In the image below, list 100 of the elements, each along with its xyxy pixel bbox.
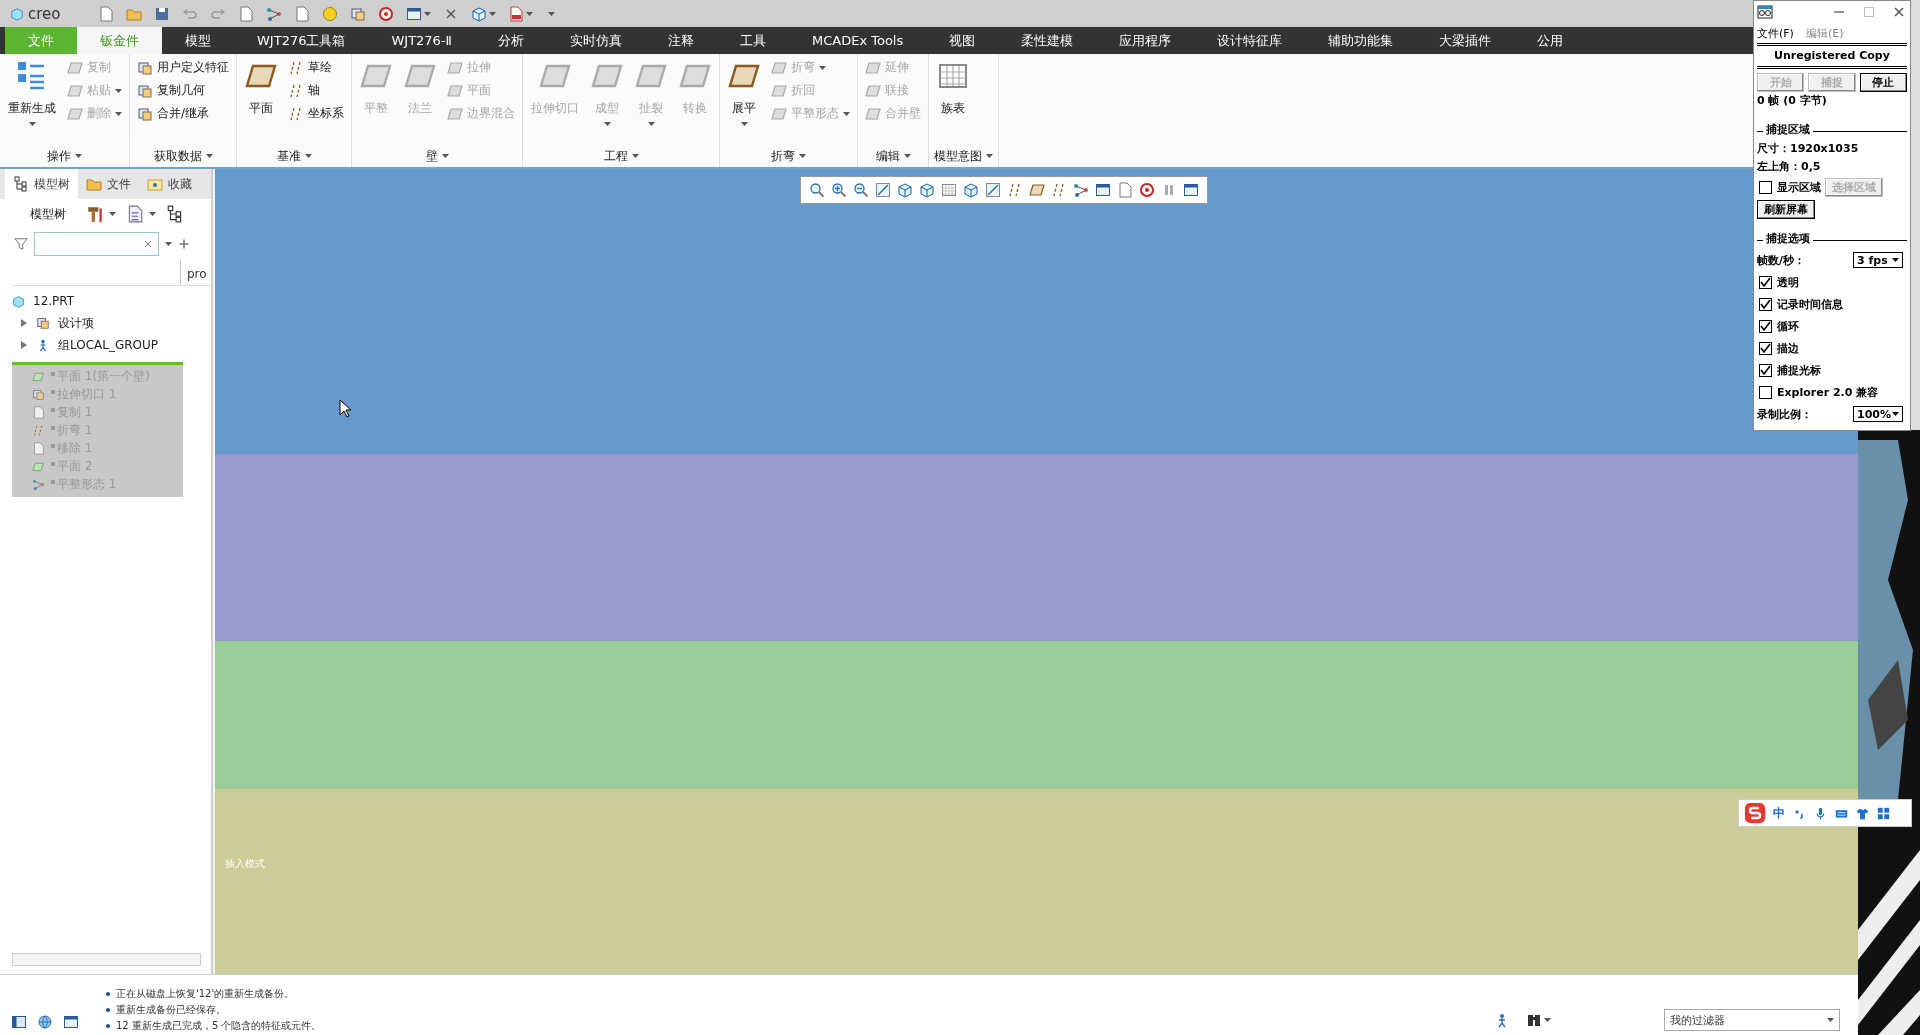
star-folder-icon — [147, 176, 163, 192]
ribbon-button[interactable]: 展平 — [725, 58, 763, 145]
toolbar-button[interactable] — [1095, 182, 1111, 198]
ribbon-tab[interactable]: 大梁插件 — [1416, 27, 1515, 54]
ribbon-tab[interactable]: 模型 — [162, 27, 234, 54]
fps-label: 帧数/秒： — [1757, 252, 1806, 268]
refresh-button[interactable]: 刷新屏幕 — [1757, 200, 1815, 219]
shirt-icon[interactable] — [1856, 806, 1869, 820]
ribbon-tab[interactable]: MCADEx Tools — [789, 27, 927, 54]
checkbox[interactable] — [1759, 180, 1772, 194]
group-menu-button[interactable]: 获取数据 — [153, 145, 213, 167]
ribbon-button[interactable]: 用户定义特征 — [135, 58, 231, 77]
toolbar-button[interactable] — [86, 205, 116, 223]
ribbon-tab[interactable]: 柔性建模 — [998, 27, 1097, 54]
ribbon-tab[interactable]: WJT276-Ⅱ — [368, 27, 475, 54]
caret-icon — [903, 154, 911, 158]
toolbar-button[interactable] — [166, 205, 184, 223]
axis-icon — [288, 59, 304, 76]
filter-dropdown[interactable]: 我的过滤器 — [1664, 1009, 1840, 1031]
tree-icon — [166, 205, 184, 223]
ribbon-tab[interactable]: 设计特征库 — [1194, 27, 1306, 54]
menu-item[interactable]: 文件(F) — [1757, 25, 1794, 41]
scale-dropdown[interactable]: 100% — [1853, 406, 1903, 422]
clear-icon[interactable] — [142, 238, 154, 250]
group-menu-button[interactable]: 工程 — [603, 145, 639, 167]
tiles-icon[interactable] — [1877, 806, 1890, 820]
expand-icon[interactable] — [20, 341, 28, 349]
capture-button[interactable]: 停止 — [1859, 73, 1907, 92]
checkbox[interactable] — [1759, 319, 1772, 333]
caret-icon — [525, 11, 533, 16]
group-menu-button[interactable]: 编辑 — [875, 145, 911, 167]
panel-tab[interactable]: 文件 — [78, 169, 139, 199]
scrollbar[interactable] — [12, 953, 201, 966]
checkbox[interactable] — [1759, 297, 1772, 311]
checkbox-label: 捕捉光标 — [1777, 362, 1821, 378]
ribbon-button[interactable]: 合并/继承 — [135, 104, 231, 123]
toolbar-button[interactable] — [1139, 182, 1155, 198]
plate-icon — [771, 105, 787, 122]
tree-item[interactable]: 组LOCAL_GROUP — [12, 334, 211, 356]
document-icon — [32, 405, 45, 419]
tree-item[interactable]: 12.PRT — [12, 290, 211, 312]
ribbon-button[interactable]: 族表 — [934, 58, 972, 145]
marker-icon — [51, 462, 55, 466]
toolbar-button[interactable] — [1183, 182, 1199, 198]
caret-icon — [631, 154, 639, 158]
toolbar-button[interactable] — [1007, 182, 1023, 198]
ribbon-button[interactable]: 坐标系 — [286, 104, 346, 123]
microphone-icon[interactable] — [1814, 806, 1827, 820]
ribbon-button[interactable]: 轴 — [286, 81, 346, 100]
group-menu-button[interactable]: 折弯 — [771, 145, 806, 167]
ribbon-tab[interactable]: 应用程序 — [1096, 27, 1195, 54]
checkbox[interactable] — [1759, 385, 1772, 399]
ribbon-button[interactable]: 复制几何 — [135, 81, 231, 100]
group-menu-button[interactable]: 基准 — [276, 145, 312, 167]
panel-tab[interactable]: 收藏 — [139, 169, 200, 199]
group-menu-button[interactable]: 操作 — [47, 145, 82, 167]
ribbon-tab[interactable]: 分析 — [475, 27, 547, 54]
toolbar-button[interactable] — [1073, 182, 1089, 198]
fps-dropdown[interactable]: 3 fps — [1853, 252, 1903, 268]
group-menu-button[interactable]: 模型意图 — [934, 145, 993, 167]
document-icon — [237, 5, 254, 22]
checkbox[interactable] — [1759, 275, 1772, 289]
list-icon — [126, 205, 144, 223]
column-header[interactable]: pro — [180, 259, 211, 285]
ribbon-tab[interactable]: 注释 — [645, 27, 717, 54]
panel-tab[interactable]: 模型树 — [5, 169, 78, 199]
document-icon — [32, 441, 45, 455]
expand-icon[interactable] — [20, 319, 28, 327]
sogou-logo-icon[interactable] — [1745, 803, 1765, 823]
plus-icon[interactable] — [178, 238, 190, 250]
ribbon-tab[interactable]: WJT276工具箱 — [234, 27, 369, 54]
marker-icon — [51, 426, 55, 430]
ribbon-button[interactable]: 草绘 — [286, 58, 346, 77]
marker-icon — [51, 372, 55, 376]
plate-icon — [771, 82, 787, 99]
caret-icon — [205, 154, 213, 158]
ribbon-tab[interactable]: 辅助功能集 — [1305, 27, 1417, 54]
toolbar-button[interactable] — [1029, 182, 1045, 198]
node-icon — [32, 477, 45, 491]
caret-icon — [1544, 1018, 1551, 1022]
ribbon-tab[interactable]: 工具 — [717, 27, 789, 54]
ribbon-tab[interactable]: 视图 — [926, 27, 999, 54]
ribbon-tab[interactable]: 实时仿真 — [547, 27, 645, 54]
group-menu-button[interactable]: 壁 — [425, 145, 449, 167]
input-mode-button[interactable]: 中 — [1773, 804, 1785, 822]
ribbon-button[interactable]: 重新生成 — [5, 58, 59, 145]
slash-icon — [985, 182, 1001, 198]
search-field[interactable] — [34, 232, 159, 256]
tree-item[interactable]: 设计项 — [12, 312, 211, 334]
checkbox-label: 循环 — [1777, 318, 1799, 334]
panel-title: 模型树 — [30, 205, 66, 223]
plate-icon — [447, 82, 463, 99]
binoculars-icon — [1526, 1012, 1542, 1028]
ribbon-tab[interactable]: 公用 — [1514, 27, 1587, 54]
checkbox[interactable] — [1759, 363, 1772, 377]
target-icon — [377, 5, 394, 22]
checkbox-label: 记录时间信息 — [1777, 296, 1843, 312]
ribbon-button[interactable]: 平面 — [242, 58, 280, 145]
toolbar-button[interactable] — [1051, 182, 1067, 198]
checkbox[interactable] — [1759, 341, 1772, 355]
